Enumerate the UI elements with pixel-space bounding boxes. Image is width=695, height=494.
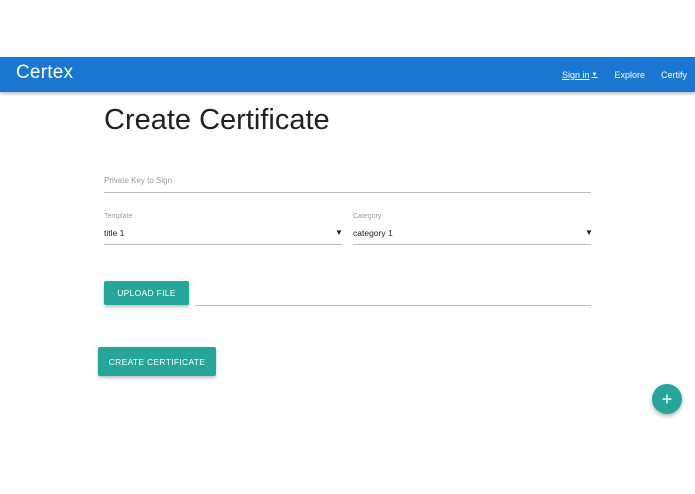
- dropdown-arrow-icon: ▼: [335, 228, 343, 237]
- sign-in-dropdown[interactable]: Sign in ▼: [562, 70, 597, 80]
- category-label: Category: [353, 213, 382, 220]
- category-underline: [353, 244, 591, 245]
- page-title: Create Certificate: [104, 104, 330, 136]
- caret-down-icon: ▼: [591, 71, 598, 78]
- add-fab-button[interactable]: [652, 384, 682, 414]
- top-navbar: Certex Sign in ▼ Explore Certify: [0, 57, 695, 92]
- certify-link[interactable]: Certify: [661, 70, 687, 80]
- create-certificate-button[interactable]: CREATE CERTIFICATE: [98, 347, 216, 376]
- upload-file-button[interactable]: UPLOAD FILE: [104, 281, 189, 305]
- private-key-placeholder: Private Key to Sign: [104, 176, 173, 185]
- template-selected-value: title 1: [104, 228, 125, 238]
- dropdown-arrow-icon: ▼: [585, 228, 593, 237]
- explore-link[interactable]: Explore: [614, 70, 645, 80]
- nav-links: Sign in ▼ Explore Certify: [562, 57, 695, 92]
- template-label: Template: [104, 213, 133, 220]
- plus-icon: [662, 394, 672, 404]
- brand-logo[interactable]: Certex: [16, 62, 73, 84]
- private-key-underline: [104, 192, 591, 193]
- file-path-underline: [195, 305, 591, 306]
- category-selected-value: category 1: [353, 228, 393, 238]
- template-underline: [104, 244, 342, 245]
- sign-in-label: Sign in: [561, 69, 590, 80]
